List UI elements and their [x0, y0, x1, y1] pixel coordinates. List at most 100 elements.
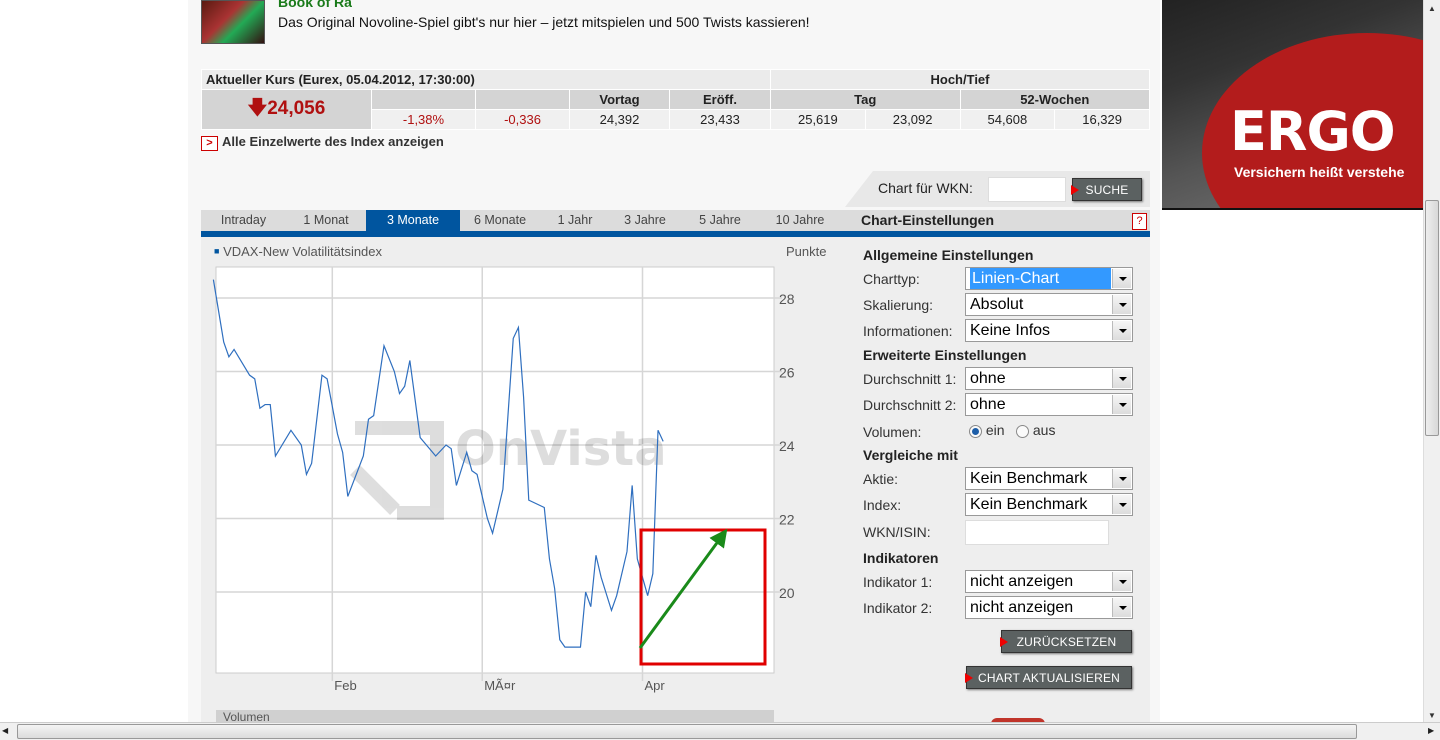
banner-slogan: Versichern heißt verstehe: [1234, 164, 1405, 180]
data-point: [253, 377, 256, 380]
informationen-select[interactable]: Keine Infos: [965, 319, 1133, 342]
aktie-label: Aktie:: [863, 471, 899, 487]
data-point: [569, 646, 572, 649]
horizontal-scrollbar[interactable]: ◀ ▶: [0, 722, 1440, 740]
data-point: [258, 407, 261, 410]
data-point: [543, 506, 546, 509]
data-point: [367, 418, 370, 421]
data-point: [393, 370, 396, 373]
data-point: [522, 396, 525, 399]
compare-heading: Vergleiche mit: [863, 447, 958, 463]
update-chart-button[interactable]: CHART AKTUALISIEREN: [965, 666, 1132, 689]
durchschnitt1-select[interactable]: ohne: [965, 367, 1133, 390]
data-point: [362, 455, 365, 458]
data-point: [222, 341, 225, 344]
data-point: [631, 484, 634, 487]
data-point: [326, 377, 329, 380]
scroll-down-icon[interactable]: ▼: [1424, 711, 1440, 720]
chevron-down-icon: [1112, 469, 1131, 488]
y-tick-label: 26: [779, 365, 795, 381]
data-point: [651, 572, 654, 575]
chevron-down-icon: [1112, 495, 1131, 514]
reset-button[interactable]: ZURÜCKSETZEN: [1000, 630, 1132, 653]
horizontal-scroll-thumb[interactable]: [17, 724, 1357, 739]
volumen-ein-radio[interactable]: ein: [969, 422, 1005, 438]
data-point: [310, 462, 313, 465]
data-point: [233, 348, 236, 351]
scroll-left-icon[interactable]: ◀: [2, 726, 8, 735]
banner-brand: ERGO: [1230, 100, 1396, 163]
data-point: [445, 444, 448, 447]
data-point: [548, 557, 551, 560]
volume-panel-label: Volumen: [216, 710, 774, 722]
data-point: [264, 403, 267, 406]
data-point: [455, 484, 458, 487]
data-point: [610, 609, 613, 612]
vertical-scrollbar[interactable]: ▲ ▼: [1423, 0, 1440, 722]
data-point: [579, 646, 582, 649]
data-point: [305, 473, 308, 476]
data-point: [476, 473, 479, 476]
data-point: [227, 355, 230, 358]
radio-checked-icon: [969, 424, 982, 438]
indikator1-select[interactable]: nicht anzeigen: [965, 570, 1133, 593]
y-tick-label: 28: [779, 291, 795, 307]
volumen-label: Volumen:: [863, 424, 922, 440]
vertical-scroll-thumb[interactable]: [1425, 200, 1439, 436]
charttyp-select[interactable]: Linien-Chart: [965, 267, 1133, 290]
data-point: [646, 594, 649, 597]
data-point: [657, 429, 660, 432]
data-point: [517, 326, 520, 329]
general-settings-heading: Allgemeine Einstellungen: [863, 247, 1034, 263]
data-point: [563, 646, 566, 649]
durchschnitt2-select[interactable]: ohne: [965, 393, 1133, 416]
skalierung-select[interactable]: Absolut: [965, 293, 1133, 316]
index-label: Index:: [863, 497, 902, 513]
scroll-right-icon[interactable]: ▶: [1428, 726, 1434, 735]
durchschnitt1-label: Durchschnitt 1:: [863, 371, 957, 387]
data-point: [625, 550, 628, 553]
data-point: [636, 557, 639, 560]
data-point: [289, 429, 292, 432]
x-tick-label: Apr: [645, 678, 666, 693]
y-tick-label: 20: [779, 585, 795, 601]
data-point: [419, 436, 422, 439]
data-point: [662, 440, 665, 443]
indikator2-select[interactable]: nicht anzeigen: [965, 596, 1133, 619]
radio-unchecked-icon: [1016, 424, 1029, 438]
volumen-aus-radio[interactable]: aus: [1016, 422, 1055, 438]
chevron-down-icon: [1112, 369, 1131, 388]
data-point: [320, 374, 323, 377]
data-point: [600, 576, 603, 579]
chevron-down-icon: [1112, 598, 1131, 617]
ergo-banner[interactable]: ERGO Versichern heißt verstehe: [1162, 0, 1423, 210]
data-point: [398, 392, 401, 395]
data-point: [512, 337, 515, 340]
isin-input[interactable]: [965, 520, 1109, 545]
chevron-down-icon: [1112, 321, 1131, 340]
data-point: [403, 385, 406, 388]
data-point: [589, 605, 592, 608]
watermark-text: OnVista: [455, 421, 667, 477]
chevron-down-icon: [1112, 295, 1131, 314]
informationen-label: Informationen:: [863, 323, 953, 339]
data-point: [491, 532, 494, 535]
data-point: [501, 488, 504, 491]
data-point: [372, 414, 375, 417]
data-point: [553, 587, 556, 590]
data-point: [615, 594, 618, 597]
chevron-down-icon: [1112, 269, 1131, 288]
data-point: [594, 554, 597, 557]
data-point: [248, 374, 251, 377]
index-select[interactable]: Kein Benchmark: [965, 493, 1133, 516]
data-point: [434, 455, 437, 458]
extended-settings-heading: Erweiterte Einstellungen: [863, 347, 1027, 363]
scroll-up-icon[interactable]: ▲: [1424, 4, 1440, 13]
indicators-heading: Indikatoren: [863, 550, 939, 566]
data-point: [269, 403, 272, 406]
x-tick-label: Feb: [334, 678, 356, 693]
indikator1-label: Indikator 1:: [863, 574, 933, 590]
data-point: [558, 638, 561, 641]
chevron-down-icon: [1112, 395, 1131, 414]
aktie-select[interactable]: Kein Benchmark: [965, 467, 1133, 490]
